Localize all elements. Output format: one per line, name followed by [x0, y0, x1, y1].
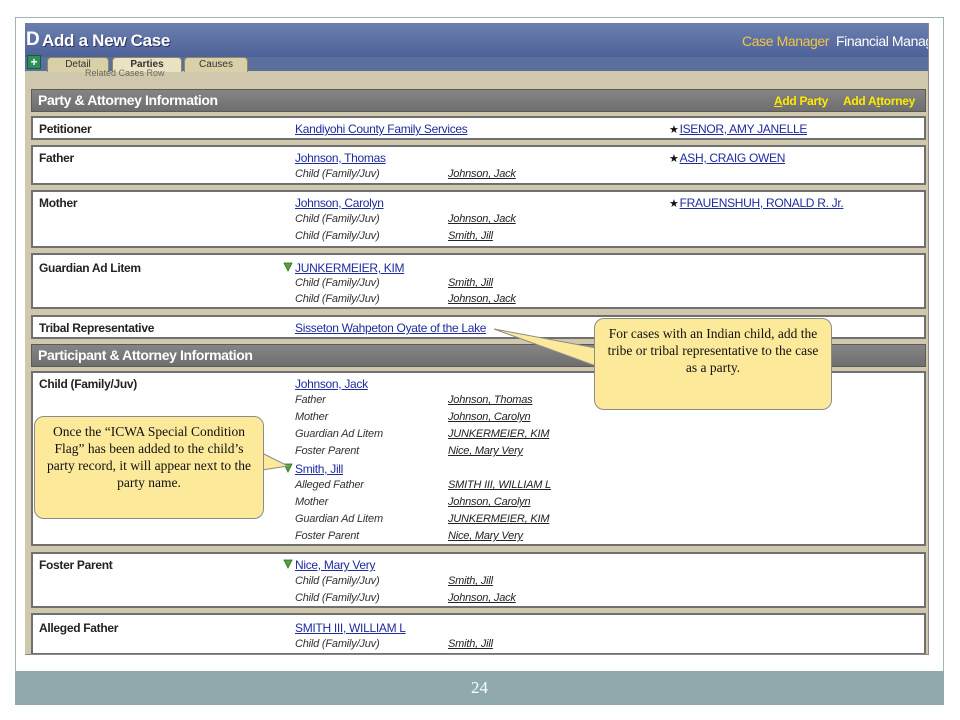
party-row-alleged-father: Alleged Father SMITH III, WILLIAM L Chil… — [31, 613, 926, 654]
relation-type: Guardian Ad Litem — [295, 513, 383, 525]
relation-name-link[interactable]: Johnson, Jack — [448, 592, 516, 604]
role-label: Foster Parent — [39, 558, 113, 572]
relation-name-link[interactable]: Smith, Jill — [448, 277, 493, 289]
relation-name-link[interactable]: Nice, Mary Very — [448, 445, 523, 457]
tab-causes[interactable]: Causes — [184, 57, 248, 72]
relation-name-link[interactable]: JUNKERMEIER, KIM — [448, 513, 550, 525]
relation-name-link[interactable]: Johnson, Jack — [448, 293, 516, 305]
relation-name-link[interactable]: Smith, Jill — [448, 638, 493, 650]
relation-name-link[interactable]: Smith, Jill — [448, 230, 493, 242]
relation-type: Child (Family/Juv) — [295, 575, 380, 587]
relation-type: Mother — [295, 496, 329, 508]
party-row-petitioner: Petitioner Kandiyohi County Family Servi… — [31, 116, 926, 140]
flag-callout: Once the “ICWA Special Condition Flag” h… — [34, 416, 264, 519]
star-icon: ★ — [669, 124, 679, 136]
relation-name-link[interactable]: Nice, Mary Very — [448, 530, 523, 542]
nav-financial-manager[interactable]: Financial Manag — [836, 33, 928, 49]
relation-name-link[interactable]: Johnson, Thomas — [448, 394, 533, 406]
role-label: Mother — [39, 196, 78, 210]
star-icon: ★ — [669, 153, 679, 165]
relation-name-link[interactable]: Smith, Jill — [448, 575, 493, 587]
party-name-link[interactable]: Nice, Mary Very — [295, 558, 375, 572]
relation-type: Child (Family/Juv) — [295, 638, 380, 650]
relation-type: Guardian Ad Litem — [295, 428, 383, 440]
relation-type: Child (Family/Juv) — [295, 213, 380, 225]
party-section-title: Party & Attorney Information — [38, 92, 218, 108]
relation-type: Foster Parent — [295, 530, 360, 542]
party-name-link[interactable]: Sisseton Wahpeton Oyate of the Lake — [295, 321, 486, 335]
relation-type: Foster Parent — [295, 445, 360, 457]
party-section-header: Party & Attorney Information Add Party A… — [31, 89, 926, 112]
add-party-link[interactable]: Add Party — [774, 94, 828, 108]
attorney-link[interactable]: ★FRAUENSHUH, RONALD R. Jr. — [669, 196, 844, 210]
party-name-link[interactable]: JUNKERMEIER, KIM — [295, 261, 405, 275]
relation-name-link[interactable]: JUNKERMEIER, KIM — [448, 428, 550, 440]
nav-case-manager[interactable]: Case Manager — [742, 33, 829, 49]
party-name-link[interactable]: Johnson, Jack — [295, 377, 368, 391]
icwa-flag-icon — [283, 559, 293, 569]
relation-name-link[interactable]: Johnson, Jack — [448, 168, 516, 180]
party-name-link[interactable]: Smith, Jill — [295, 462, 343, 476]
role-label: Tribal Representative — [39, 321, 155, 335]
footer-bar: 24 — [15, 671, 944, 705]
app-header: D Add a New Case Case Manager Financial … — [25, 23, 928, 57]
relation-type: Child (Family/Juv) — [295, 293, 380, 305]
icwa-flag-icon — [283, 463, 293, 473]
add-attorney-link[interactable]: Add Attorney — [843, 94, 915, 108]
relation-name-link[interactable]: Johnson, Carolyn — [448, 496, 531, 508]
page-title: Add a New Case — [42, 31, 171, 50]
relation-type: Mother — [295, 411, 329, 423]
role-label: Father — [39, 151, 74, 165]
participant-section-title: Participant & Attorney Information — [38, 347, 253, 363]
role-label: Guardian Ad Litem — [39, 261, 141, 275]
party-row-father: Father Johnson, Thomas ★ASH, CRAIG OWEN … — [31, 145, 926, 185]
attorney-link[interactable]: ★ASH, CRAIG OWEN — [669, 151, 785, 165]
icwa-flag-icon — [283, 262, 293, 272]
relation-type: Child (Family/Juv) — [295, 168, 380, 180]
party-name-link[interactable]: Kandiyohi County Family Services — [295, 122, 468, 136]
party-name-link[interactable]: Johnson, Thomas — [295, 151, 386, 165]
role-label: Child (Family/Juv) — [39, 377, 137, 391]
tribe-callout: For cases with an Indian child, add the … — [594, 318, 832, 410]
star-icon: ★ — [669, 198, 679, 210]
relation-name-link[interactable]: Johnson, Carolyn — [448, 411, 531, 423]
relation-name-link[interactable]: Johnson, Jack — [448, 213, 516, 225]
role-label: Petitioner — [39, 122, 92, 136]
relation-type: Alleged Father — [295, 479, 364, 491]
party-name-link[interactable]: SMITH III, WILLIAM L — [295, 621, 406, 635]
party-row-mother: Mother Johnson, Carolyn ★FRAUENSHUH, RON… — [31, 190, 926, 248]
relation-type: Child (Family/Juv) — [295, 277, 380, 289]
obscured-row-label: Related Cases Row — [85, 68, 165, 78]
attorney-link[interactable]: ★ISENOR, AMY JANELLE — [669, 122, 807, 136]
page-number: 24 — [471, 678, 488, 697]
relation-name-link[interactable]: SMITH III, WILLIAM L — [448, 479, 551, 491]
relation-type: Child (Family/Juv) — [295, 230, 380, 242]
title-prefix: D — [26, 29, 40, 50]
add-icon[interactable]: + — [27, 55, 41, 69]
party-row-guardian-ad-litem: Guardian Ad Litem JUNKERMEIER, KIM Child… — [31, 253, 926, 309]
party-name-link[interactable]: Johnson, Carolyn — [295, 196, 384, 210]
party-row-foster-parent: Foster Parent Nice, Mary Very Child (Fam… — [31, 552, 926, 608]
role-label: Alleged Father — [39, 621, 119, 635]
relation-type: Father — [295, 394, 326, 406]
relation-type: Child (Family/Juv) — [295, 592, 380, 604]
